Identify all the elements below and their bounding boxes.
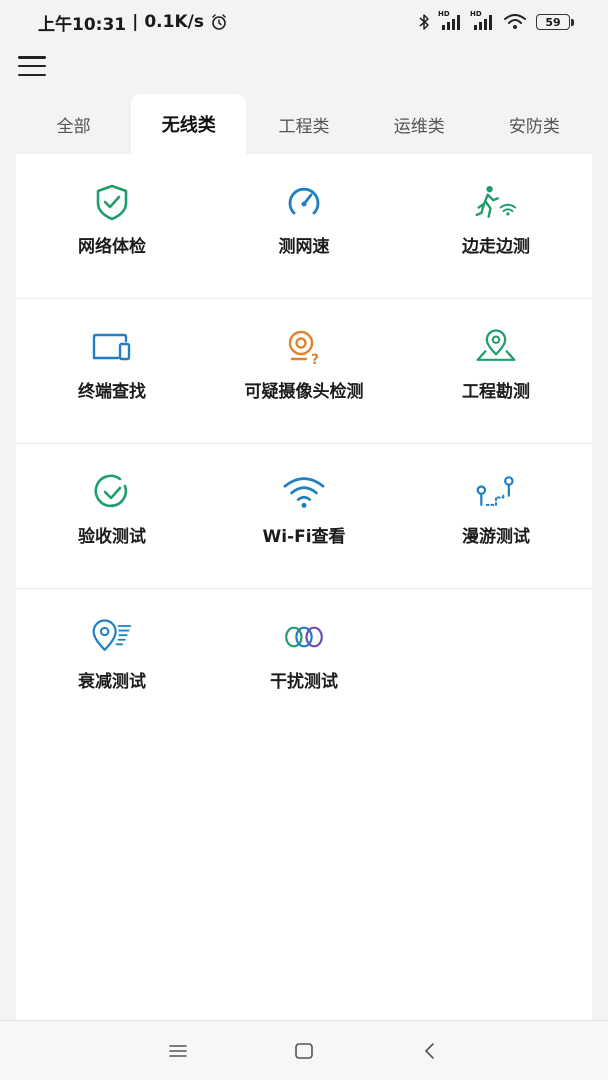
interference-rings-icon [282, 615, 326, 659]
tool-label: 衰减测试 [78, 672, 146, 692]
status-right: HD HD 59 [418, 10, 574, 31]
tool-label: 终端查找 [78, 382, 146, 402]
tab-engineering[interactable]: 工程类 [246, 94, 361, 154]
tool-label: 漫游测试 [462, 527, 530, 547]
tool-label: 可疑摄像头检测 [244, 382, 364, 402]
tool-label: 网络体检 [78, 237, 146, 257]
status-bar: 上午10:31 | 0.1K/s HD HD 59 [0, 0, 608, 44]
camera-search-icon: ? [282, 325, 326, 369]
tool-acceptance-test[interactable]: 验收测试 [16, 444, 208, 588]
back-button[interactable] [367, 1021, 493, 1080]
tool-speed-test[interactable]: 测网速 [208, 154, 400, 298]
tool-roaming-test[interactable]: 漫游测试 [400, 444, 592, 588]
tools-grid: 网络体检 测网速 边走边测 终端查找 ? 可疑摄像头检测 工程勘测 验收测试 W… [16, 154, 592, 1020]
attenuation-icon [90, 615, 134, 659]
grid-row: 衰减测试 干扰测试 [16, 589, 592, 734]
shield-check-icon [90, 180, 134, 224]
map-pin-icon [474, 325, 518, 369]
status-left: 上午10:31 | 0.1K/s [38, 10, 228, 35]
status-separator: | [132, 12, 139, 32]
battery-level: 59 [536, 14, 570, 30]
tool-label: 验收测试 [78, 527, 146, 547]
recent-apps-button[interactable] [115, 1021, 241, 1080]
wifi-icon [282, 470, 326, 514]
roaming-icon [474, 470, 518, 514]
tab-operations[interactable]: 运维类 [362, 94, 477, 154]
status-time: 上午10:31 [38, 14, 127, 35]
tab-all[interactable]: 全部 [16, 94, 131, 154]
tool-site-survey[interactable]: 工程勘测 [400, 299, 592, 443]
cell-signal-icon-1: HD [438, 10, 462, 30]
grid-row: 终端查找 ? 可疑摄像头检测 工程勘测 [16, 299, 592, 444]
category-tabs: 全部 无线类 工程类 运维类 安防类 [16, 94, 592, 154]
app-header [0, 44, 608, 90]
battery-icon: 59 [536, 14, 574, 30]
tab-wireless[interactable]: 无线类 [131, 94, 247, 154]
grid-row: 网络体检 测网速 边走边测 [16, 154, 592, 299]
tool-label: 测网速 [278, 237, 330, 257]
tool-label: 边走边测 [462, 237, 530, 257]
menu-nav-icon [169, 1044, 187, 1057]
wifi-status-icon [504, 14, 526, 29]
speedometer-icon [282, 180, 326, 224]
tool-attenuation-test[interactable]: 衰减测试 [16, 589, 208, 734]
tool-label: 工程勘测 [462, 382, 530, 402]
tool-interference-test[interactable]: 干扰测试 [208, 589, 400, 734]
grid-row: 验收测试 Wi-Fi查看 漫游测试 [16, 444, 592, 589]
tool-hidden-camera-detect[interactable]: ? 可疑摄像头检测 [208, 299, 400, 443]
tab-security[interactable]: 安防类 [477, 94, 592, 154]
tool-network-checkup[interactable]: 网络体检 [16, 154, 208, 298]
tool-device-finder[interactable]: 终端查找 [16, 299, 208, 443]
devices-icon [90, 325, 134, 369]
back-nav-icon [425, 1042, 434, 1059]
home-button[interactable] [241, 1021, 367, 1080]
network-speed: 0.1K/s [144, 12, 204, 32]
alarm-clock-icon [212, 14, 226, 30]
walking-wifi-icon [474, 180, 518, 224]
bluetooth-icon [419, 14, 429, 30]
system-nav-bar [0, 1020, 608, 1080]
tool-label: Wi-Fi查看 [262, 527, 346, 547]
cell-signal-icon-2: HD [470, 10, 494, 30]
hamburger-menu-icon[interactable] [18, 54, 46, 78]
svg-text:?: ? [311, 352, 319, 367]
home-nav-icon [295, 1042, 313, 1059]
tool-wifi-view[interactable]: Wi-Fi查看 [208, 444, 400, 588]
tool-walk-test[interactable]: 边走边测 [400, 154, 592, 298]
tool-label: 干扰测试 [270, 672, 338, 692]
check-circle-icon [90, 470, 134, 514]
